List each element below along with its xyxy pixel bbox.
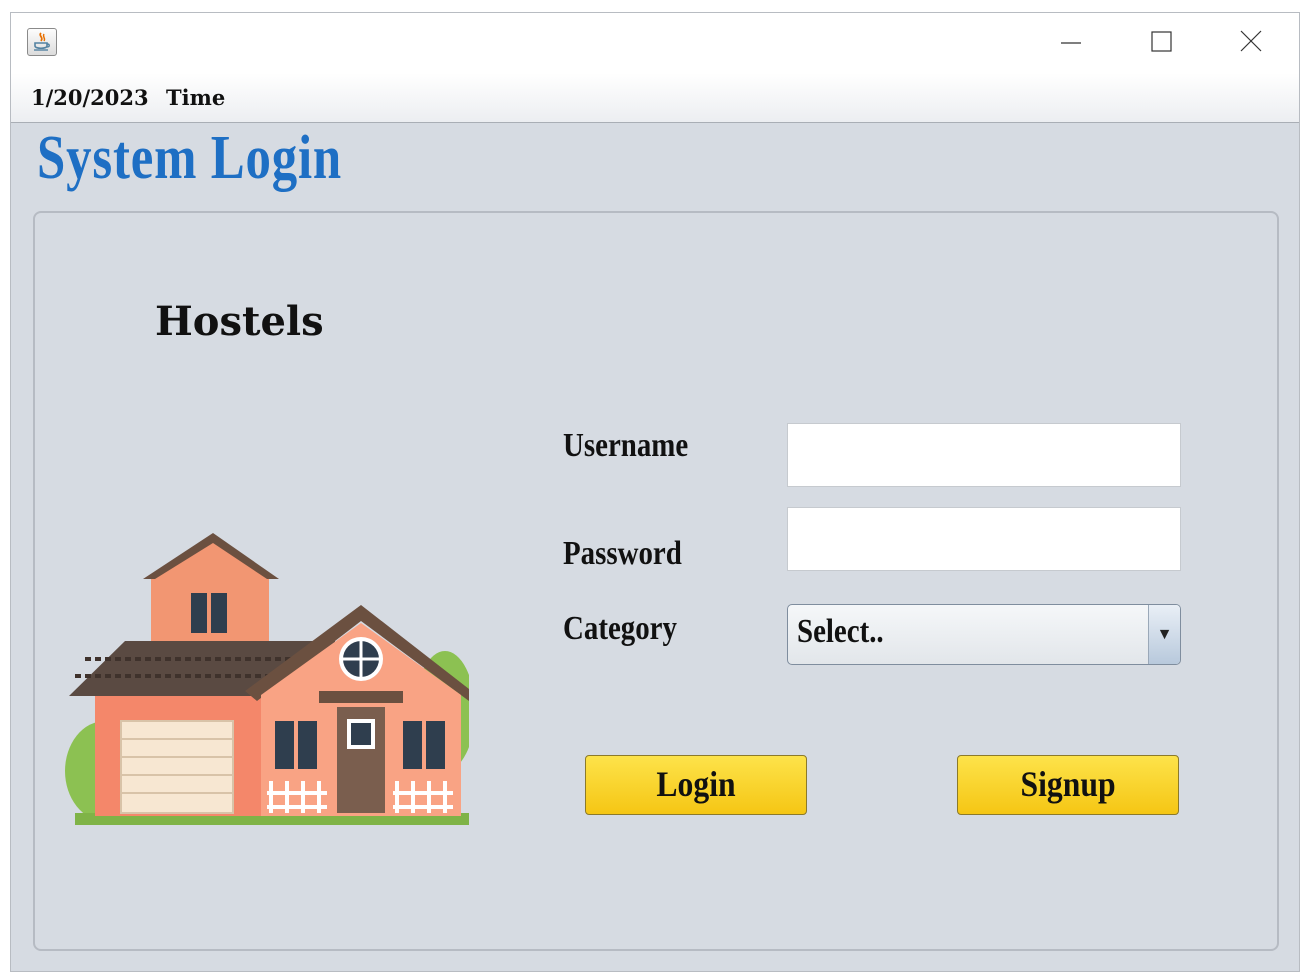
java-icon[interactable] [27, 28, 57, 56]
password-label: Password [563, 535, 682, 572]
brand-label: Hostels [155, 298, 324, 345]
maximize-icon[interactable] [1141, 27, 1181, 57]
password-field[interactable] [787, 507, 1181, 571]
category-selected-value: Select.. [797, 613, 884, 650]
page-title: System Login [37, 124, 343, 192]
signup-button[interactable]: Signup [957, 755, 1179, 815]
time-label: Time [166, 85, 226, 110]
chevron-down-icon[interactable]: ▼ [1148, 605, 1180, 664]
login-panel: Hostels Username Password Category Selec… [33, 211, 1279, 951]
login-button-label: Login [656, 764, 736, 804]
category-select[interactable]: Select.. ▼ [787, 604, 1181, 665]
username-field[interactable] [787, 423, 1181, 487]
house-icon [65, 533, 469, 825]
username-label: Username [563, 427, 689, 464]
date-label: 1/20/2023 [31, 85, 149, 110]
menu-bar: 1/20/2023 Time [11, 73, 1299, 123]
signup-button-label: Signup [1020, 764, 1116, 804]
category-label: Category [563, 610, 677, 647]
login-button[interactable]: Login [585, 755, 807, 815]
login-window: 1/20/2023 Time System Login Hostels User… [10, 12, 1300, 972]
minimize-icon[interactable] [1051, 27, 1091, 57]
title-bar [11, 13, 1299, 73]
close-icon[interactable] [1231, 27, 1271, 57]
